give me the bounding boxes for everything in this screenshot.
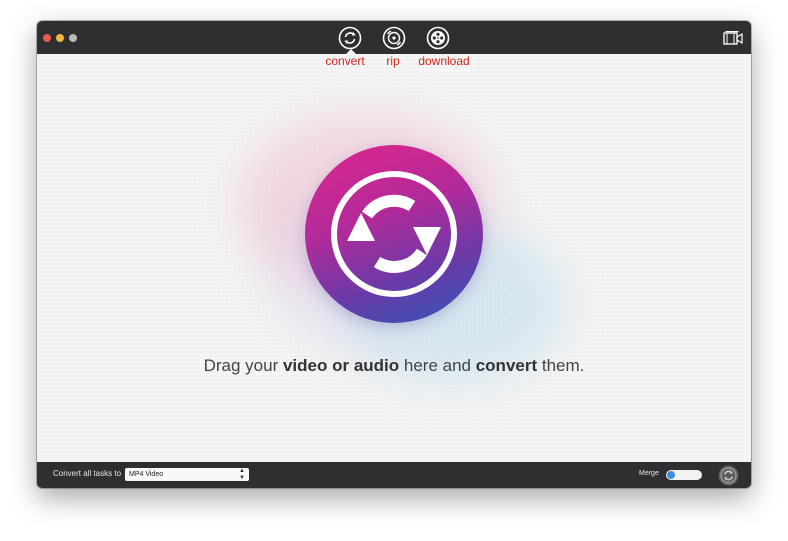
- select-arrows-icon: ▲ ▼: [239, 468, 245, 481]
- download-film-icon: [426, 26, 450, 50]
- tab-rip[interactable]: [382, 26, 406, 50]
- convert-all-label: Convert all tasks to: [53, 469, 122, 478]
- bottom-bar: Convert all tasks to MP4 Video ▲ ▼ Merge: [37, 462, 751, 488]
- tab-download[interactable]: [426, 26, 450, 50]
- convert-drop-button[interactable]: [305, 145, 483, 323]
- merge-toggle[interactable]: [666, 470, 702, 480]
- convert-run-icon: [718, 465, 739, 486]
- close-window-button[interactable]: [43, 34, 51, 42]
- convert-icon: [338, 26, 362, 50]
- merge-toggle-knob: [667, 471, 675, 479]
- media-browser-button[interactable]: [723, 29, 743, 47]
- drop-area[interactable]: Drag your video or audio here and conver…: [37, 54, 751, 462]
- convert-all-button[interactable]: [718, 465, 739, 486]
- minimize-window-button[interactable]: [56, 34, 64, 42]
- tab-convert[interactable]: [338, 26, 362, 50]
- zoom-window-button[interactable]: [69, 34, 77, 42]
- convert-arrows-icon: [331, 171, 457, 297]
- drop-instruction: Drag your video or audio here and conver…: [203, 356, 585, 375]
- app-window: Drag your video or audio here and conver…: [37, 21, 751, 488]
- rip-disc-icon: [382, 26, 406, 50]
- tab-convert-label[interactable]: convert: [325, 54, 364, 68]
- title-bar: [37, 21, 751, 55]
- merge-label: Merge: [639, 470, 659, 477]
- output-format-select[interactable]: MP4 Video ▲ ▼: [125, 468, 249, 481]
- tab-rip-label[interactable]: rip: [386, 54, 399, 68]
- tab-download-label[interactable]: download: [418, 54, 469, 68]
- media-browser-icon: [723, 31, 743, 45]
- output-format-value: MP4 Video: [129, 471, 164, 478]
